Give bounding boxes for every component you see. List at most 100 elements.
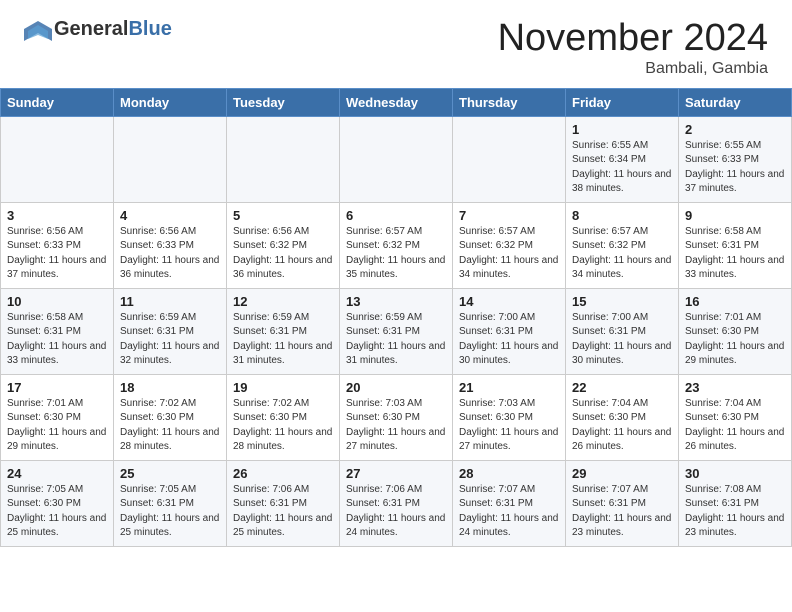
calendar-cell: 20 Sunrise: 7:03 AM Sunset: 6:30 PM Dayli… [340,374,453,460]
day-number: 14 [459,294,559,309]
day-number: 23 [685,380,785,395]
day-info: Sunrise: 6:59 AM Sunset: 6:31 PM Dayligh… [120,311,220,369]
calendar-cell [453,116,566,202]
weekday-header-wednesday: Wednesday [340,88,453,116]
calendar-cell: 4 Sunrise: 6:56 AM Sunset: 6:33 PM Daylig… [114,202,227,288]
day-number: 21 [459,380,559,395]
day-number: 25 [120,466,220,481]
day-number: 26 [233,466,333,481]
calendar-cell: 24 Sunrise: 7:05 AM Sunset: 6:30 PM Dayli… [1,460,114,546]
day-info: Sunrise: 7:01 AM Sunset: 6:30 PM Dayligh… [685,311,785,369]
day-number: 7 [459,208,559,223]
day-number: 17 [7,380,107,395]
calendar-cell: 11 Sunrise: 6:59 AM Sunset: 6:31 PM Dayli… [114,288,227,374]
day-info: Sunrise: 7:03 AM Sunset: 6:30 PM Dayligh… [346,397,446,455]
day-number: 6 [346,208,446,223]
day-number: 27 [346,466,446,481]
day-info: Sunrise: 6:57 AM Sunset: 6:32 PM Dayligh… [572,225,672,283]
day-info: Sunrise: 6:56 AM Sunset: 6:32 PM Dayligh… [233,225,333,283]
day-info: Sunrise: 7:02 AM Sunset: 6:30 PM Dayligh… [233,397,333,455]
calendar-cell: 18 Sunrise: 7:02 AM Sunset: 6:30 PM Dayli… [114,374,227,460]
day-info: Sunrise: 6:58 AM Sunset: 6:31 PM Dayligh… [685,225,785,283]
calendar-cell [114,116,227,202]
logo: GeneralBlue [24,18,172,41]
calendar-cell: 1Sunrise: 6:55 AM Sunset: 6:34 PM Daylig… [566,116,679,202]
day-number: 15 [572,294,672,309]
day-info: Sunrise: 6:56 AM Sunset: 6:33 PM Dayligh… [7,225,107,283]
calendar-cell: 30 Sunrise: 7:08 AM Sunset: 6:31 PM Dayli… [679,460,792,546]
day-number: 11 [120,294,220,309]
calendar-cell: 23 Sunrise: 7:04 AM Sunset: 6:30 PM Dayli… [679,374,792,460]
day-number: 29 [572,466,672,481]
logo-general: General [54,18,128,41]
calendar-week-row: 10Sunrise: 6:58 AM Sunset: 6:31 PM Dayli… [1,288,792,374]
day-info: Sunrise: 6:55 AM Sunset: 6:34 PM Dayligh… [572,139,672,197]
page-header: GeneralBlue November 2024 Bambali, Gambi… [0,0,792,88]
day-number: 20 [346,380,446,395]
day-number: 28 [459,466,559,481]
calendar-cell: 29Sunrise: 7:07 AM Sunset: 6:31 PM Dayli… [566,460,679,546]
day-info: Sunrise: 6:57 AM Sunset: 6:32 PM Dayligh… [346,225,446,283]
calendar-week-row: 1Sunrise: 6:55 AM Sunset: 6:34 PM Daylig… [1,116,792,202]
calendar-cell: 3 Sunrise: 6:56 AM Sunset: 6:33 PM Daylig… [1,202,114,288]
day-info: Sunrise: 7:04 AM Sunset: 6:30 PM Dayligh… [572,397,672,455]
calendar-cell: 5 Sunrise: 6:56 AM Sunset: 6:32 PM Daylig… [227,202,340,288]
calendar-cell [227,116,340,202]
day-info: Sunrise: 7:05 AM Sunset: 6:30 PM Dayligh… [7,483,107,541]
day-info: Sunrise: 7:07 AM Sunset: 6:31 PM Dayligh… [459,483,559,541]
title-block: November 2024 Bambali, Gambia [498,18,768,78]
day-number: 16 [685,294,785,309]
calendar-week-row: 17 Sunrise: 7:01 AM Sunset: 6:30 PM Dayli… [1,374,792,460]
calendar-cell: 15 Sunrise: 7:00 AM Sunset: 6:31 PM Dayli… [566,288,679,374]
day-number: 3 [7,208,107,223]
day-number: 4 [120,208,220,223]
day-info: Sunrise: 7:08 AM Sunset: 6:31 PM Dayligh… [685,483,785,541]
day-number: 12 [233,294,333,309]
calendar-week-row: 3 Sunrise: 6:56 AM Sunset: 6:33 PM Daylig… [1,202,792,288]
day-info: Sunrise: 7:04 AM Sunset: 6:30 PM Dayligh… [685,397,785,455]
logo-blue: Blue [128,18,171,41]
calendar-cell: 8Sunrise: 6:57 AM Sunset: 6:32 PM Daylig… [566,202,679,288]
calendar-cell: 12Sunrise: 6:59 AM Sunset: 6:31 PM Dayli… [227,288,340,374]
calendar-cell: 19 Sunrise: 7:02 AM Sunset: 6:30 PM Dayli… [227,374,340,460]
day-info: Sunrise: 6:59 AM Sunset: 6:31 PM Dayligh… [346,311,446,369]
day-info: Sunrise: 7:01 AM Sunset: 6:30 PM Dayligh… [7,397,107,455]
day-number: 24 [7,466,107,481]
weekday-header-saturday: Saturday [679,88,792,116]
calendar-table: SundayMondayTuesdayWednesdayThursdayFrid… [0,88,792,547]
weekday-header-sunday: Sunday [1,88,114,116]
day-info: Sunrise: 6:58 AM Sunset: 6:31 PM Dayligh… [7,311,107,369]
weekday-header-monday: Monday [114,88,227,116]
location: Bambali, Gambia [498,60,768,78]
calendar-cell: 7 Sunrise: 6:57 AM Sunset: 6:32 PM Daylig… [453,202,566,288]
day-info: Sunrise: 7:06 AM Sunset: 6:31 PM Dayligh… [346,483,446,541]
day-number: 30 [685,466,785,481]
day-number: 9 [685,208,785,223]
calendar-cell: 25 Sunrise: 7:05 AM Sunset: 6:31 PM Dayli… [114,460,227,546]
calendar-cell: 17 Sunrise: 7:01 AM Sunset: 6:30 PM Dayli… [1,374,114,460]
calendar-cell: 22Sunrise: 7:04 AM Sunset: 6:30 PM Dayli… [566,374,679,460]
calendar-cell: 16 Sunrise: 7:01 AM Sunset: 6:30 PM Dayli… [679,288,792,374]
day-info: Sunrise: 7:02 AM Sunset: 6:30 PM Dayligh… [120,397,220,455]
month-title: November 2024 [498,18,768,60]
day-info: Sunrise: 7:06 AM Sunset: 6:31 PM Dayligh… [233,483,333,541]
calendar-cell: 28 Sunrise: 7:07 AM Sunset: 6:31 PM Dayli… [453,460,566,546]
day-number: 5 [233,208,333,223]
calendar-cell: 2Sunrise: 6:55 AM Sunset: 6:33 PM Daylig… [679,116,792,202]
weekday-header-thursday: Thursday [453,88,566,116]
day-info: Sunrise: 7:00 AM Sunset: 6:31 PM Dayligh… [572,311,672,369]
calendar-cell: 27 Sunrise: 7:06 AM Sunset: 6:31 PM Dayli… [340,460,453,546]
day-info: Sunrise: 6:56 AM Sunset: 6:33 PM Dayligh… [120,225,220,283]
weekday-header-row: SundayMondayTuesdayWednesdayThursdayFrid… [1,88,792,116]
day-number: 19 [233,380,333,395]
calendar-cell: 26 Sunrise: 7:06 AM Sunset: 6:31 PM Dayli… [227,460,340,546]
day-info: Sunrise: 6:57 AM Sunset: 6:32 PM Dayligh… [459,225,559,283]
day-info: Sunrise: 7:05 AM Sunset: 6:31 PM Dayligh… [120,483,220,541]
calendar-cell: 9 Sunrise: 6:58 AM Sunset: 6:31 PM Daylig… [679,202,792,288]
day-number: 2 [685,122,785,137]
calendar-cell: 14 Sunrise: 7:00 AM Sunset: 6:31 PM Dayli… [453,288,566,374]
calendar-cell: 6 Sunrise: 6:57 AM Sunset: 6:32 PM Daylig… [340,202,453,288]
day-number: 18 [120,380,220,395]
logo-icon [24,19,52,41]
day-info: Sunrise: 7:00 AM Sunset: 6:31 PM Dayligh… [459,311,559,369]
